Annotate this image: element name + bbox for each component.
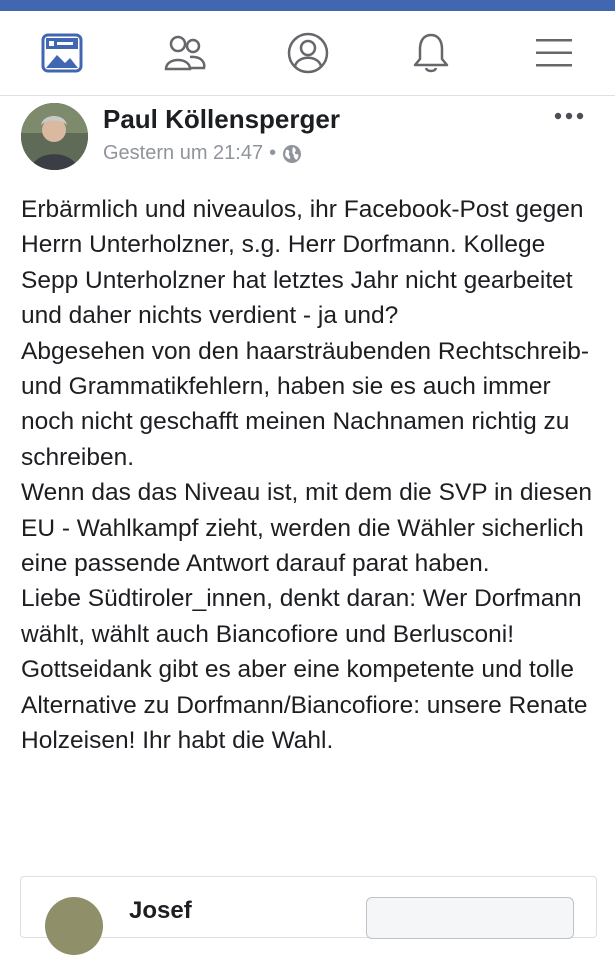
post-time[interactable]: Gestern um 21:47 — [103, 142, 263, 165]
nav-menu[interactable] — [524, 23, 584, 83]
nav-friends[interactable] — [155, 23, 215, 83]
post-header: Paul Köllensperger Gestern um 21:47 • — [0, 96, 615, 176]
meta-separator: • — [269, 142, 277, 164]
avatar-photo — [21, 103, 88, 170]
commenter-avatar[interactable] — [45, 897, 103, 955]
post-body: Erbärmlich und niveaulos, ihr Facebook-P… — [21, 192, 601, 759]
friends-icon — [164, 35, 205, 71]
more-options-icon[interactable] — [552, 108, 586, 124]
news-feed-icon — [41, 33, 82, 73]
status-bar — [0, 0, 615, 11]
top-navigation — [0, 11, 615, 96]
post-meta: Gestern um 21:47 • — [103, 142, 302, 165]
nav-notifications[interactable] — [401, 23, 461, 83]
nav-news-feed[interactable] — [32, 23, 92, 83]
post-paragraph: Wenn das das Niveau ist, mit dem die SVP… — [21, 479, 593, 578]
post-paragraph: Erbärmlich und niveaulos, ihr Facebook-P… — [21, 196, 584, 330]
author-avatar[interactable] — [21, 103, 88, 170]
commenter-name[interactable]: Josef — [129, 897, 192, 925]
post-paragraph: Gottseidank gibt es aber eine kompetente… — [21, 656, 588, 755]
comment-action-button[interactable] — [366, 897, 574, 939]
author-name[interactable]: Paul Köllensperger — [103, 104, 340, 135]
globe-icon — [283, 144, 302, 163]
post-paragraph: Liebe Südtiroler_innen, denkt daran: Wer… — [21, 585, 582, 648]
notifications-icon — [413, 33, 448, 73]
post-paragraph: Abgesehen von den haarsträubenden Rechts… — [21, 337, 589, 471]
comment-preview[interactable]: Josef — [20, 876, 597, 955]
nav-profile[interactable] — [278, 23, 338, 83]
menu-icon — [535, 39, 572, 67]
profile-icon — [287, 32, 328, 74]
